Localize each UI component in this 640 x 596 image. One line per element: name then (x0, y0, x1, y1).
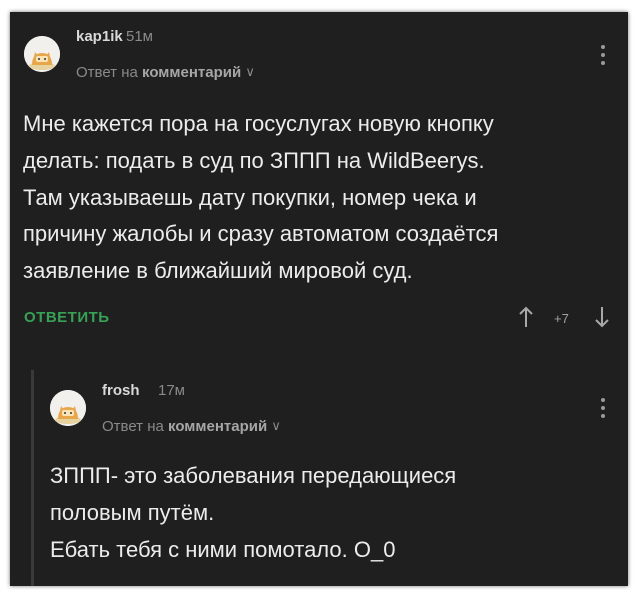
rating-counter: +7 (554, 311, 569, 326)
comment-line: причину жалобы и сразу автоматом создаёт… (23, 221, 499, 247)
chevron-down-icon: ∨ (271, 418, 281, 433)
comment-line: делать: подать в суд по ЗППП на WildBeer… (23, 147, 485, 173)
chevron-down-icon: ∨ (245, 64, 255, 79)
reply-to-prefix: Ответ на (102, 418, 164, 435)
comment-thread: kap1ik 51м Ответ на комментарий ∨ Мне ка… (10, 12, 628, 586)
comment-line: ЗППП- это заболевания передающиеся (50, 463, 457, 488)
comment-line: Там указываешь дату покупки, номер чека … (23, 184, 477, 210)
comment-line: Ебать тебя с ними помотало. О_0 (50, 536, 396, 562)
comment-body: ЗППП- это заболевания передающиеся полов… (50, 458, 456, 568)
comment-line: Мне кажется пора на госуслугах новую кно… (23, 111, 494, 136)
arrow-down-icon[interactable] (594, 306, 610, 333)
cat-avatar-icon[interactable] (50, 390, 86, 426)
reply-to-link[interactable]: Ответ на комментарий ∨ (76, 64, 255, 81)
username[interactable]: kap1ik (76, 28, 123, 45)
reply-to-link[interactable]: Ответ на комментарий ∨ (102, 418, 281, 435)
arrow-up-icon[interactable] (518, 306, 534, 333)
comment-time: 51м (126, 28, 153, 45)
comment-line: половым путём. (50, 499, 215, 525)
comment-line: заявление в ближайший мировой суд. (23, 258, 413, 284)
cat-avatar-icon[interactable] (24, 36, 60, 72)
reply-to-target: комментарий (142, 64, 242, 81)
reply-to-prefix: Ответ на (76, 64, 138, 81)
comment-body: Мне кажется пора на госуслугах новую кно… (23, 106, 498, 290)
thread-line[interactable] (31, 370, 34, 586)
reply-button[interactable]: ОТВЕТИТЬ (24, 309, 110, 326)
more-vertical-icon[interactable] (601, 398, 605, 422)
username[interactable]: frosh (102, 382, 140, 399)
more-vertical-icon[interactable] (601, 45, 605, 69)
reply-to-target: комментарий (168, 418, 268, 435)
comment-time: 17м (158, 382, 185, 399)
